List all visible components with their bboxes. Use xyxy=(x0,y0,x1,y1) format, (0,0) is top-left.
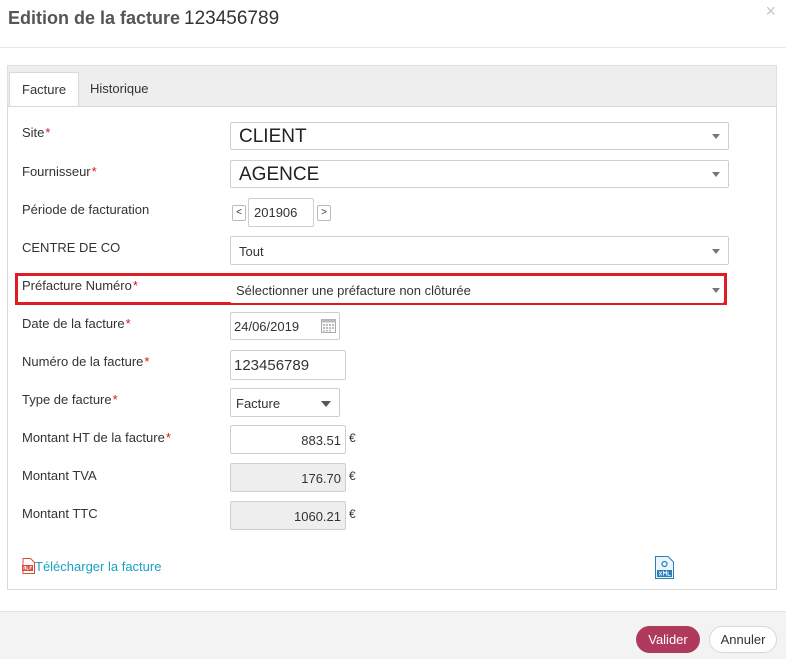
site-label: Site* xyxy=(22,125,50,140)
currency-symbol: € xyxy=(349,507,356,521)
date-field[interactable]: 24/06/2019 xyxy=(230,312,340,340)
prefacture-label-text: Préfacture Numéro xyxy=(22,278,132,293)
site-label-text: Site xyxy=(22,125,45,140)
required-marker: * xyxy=(91,164,97,179)
required-marker: * xyxy=(112,392,118,407)
periode-label: Période de facturation xyxy=(22,202,150,217)
montant-ht-value: 883.51 xyxy=(301,433,341,448)
modal-title: Edition de la facture 123456789 xyxy=(8,8,279,30)
calendar-icon[interactable] xyxy=(321,319,336,333)
period-next-button[interactable]: > xyxy=(317,205,331,221)
period-field[interactable]: 201906 xyxy=(248,198,314,227)
montant-ttc-field: 1060.21 xyxy=(230,501,346,530)
date-value: 24/06/2019 xyxy=(234,319,300,334)
montant-tva-label: Montant TVA xyxy=(22,468,97,483)
currency-symbol: € xyxy=(349,431,356,445)
montant-ttc-label: Montant TTC xyxy=(22,506,98,521)
period-value: 201906 xyxy=(254,205,298,220)
date-label: Date de la facture* xyxy=(22,316,131,331)
centre-select[interactable]: Tout xyxy=(230,236,729,265)
pdf-file-icon xyxy=(22,558,35,574)
type-label-text: Type de facture xyxy=(22,392,112,407)
centre-select-value: Tout xyxy=(239,244,264,259)
numero-field[interactable]: 123456789 xyxy=(230,350,346,380)
download-invoice-link[interactable]: Télécharger la facture xyxy=(22,558,161,576)
montant-ht-field[interactable]: 883.51 xyxy=(230,425,346,454)
required-marker: * xyxy=(45,125,51,140)
tab-facture[interactable]: Facture xyxy=(9,72,80,108)
modal-title-invoice-number: 123456789 xyxy=(184,8,280,29)
required-marker: * xyxy=(125,316,131,331)
modal-header: Edition de la facture 123456789 × xyxy=(0,0,786,48)
chevron-down-icon xyxy=(712,134,720,139)
fournisseur-label: Fournisseur* xyxy=(22,164,97,179)
site-select-value: CLIENT xyxy=(239,126,307,147)
period-prev-button[interactable]: < xyxy=(232,205,246,221)
tab-historique[interactable]: Historique xyxy=(78,72,161,108)
site-select[interactable]: CLIENT xyxy=(230,122,729,150)
fournisseur-label-text: Fournisseur xyxy=(22,164,91,179)
montant-tva-field: 176.70 xyxy=(230,463,346,492)
date-label-text: Date de la facture xyxy=(22,316,125,331)
numero-label-text: Numéro de la facture xyxy=(22,354,144,369)
montant-ttc-value: 1060.21 xyxy=(294,509,341,524)
close-icon[interactable]: × xyxy=(765,2,776,20)
chevron-down-icon xyxy=(712,287,720,293)
tabs-bar: Facture Historique xyxy=(7,65,777,108)
download-invoice-label: Télécharger la facture xyxy=(35,559,162,574)
montant-ht-label: Montant HT de la facture* xyxy=(22,430,171,445)
fournisseur-select[interactable]: AGENCE xyxy=(230,160,729,188)
chevron-down-icon xyxy=(712,172,720,177)
chevron-down-icon xyxy=(712,248,720,254)
numero-value: 123456789 xyxy=(234,357,310,374)
numero-label: Numéro de la facture* xyxy=(22,354,149,369)
chevron-down-icon xyxy=(321,400,331,407)
validate-button[interactable]: Valider xyxy=(636,626,700,653)
montant-tva-value: 176.70 xyxy=(301,471,341,486)
centre-label: CENTRE DE CO xyxy=(22,240,121,255)
xml-file-icon[interactable] xyxy=(655,556,674,579)
type-select-value: Facture xyxy=(236,396,281,411)
required-marker: * xyxy=(132,278,138,293)
fournisseur-select-value: AGENCE xyxy=(239,164,320,185)
required-marker: * xyxy=(165,430,171,445)
type-label: Type de facture* xyxy=(22,392,118,407)
cancel-button[interactable]: Annuler xyxy=(709,626,777,653)
modal-title-text: Edition de la facture xyxy=(8,8,181,28)
type-select[interactable]: Facture xyxy=(230,388,340,417)
prefacture-select-value: Sélectionner une préfacture non clôturée xyxy=(236,283,471,298)
montant-ht-label-text: Montant HT de la facture xyxy=(22,430,165,445)
required-marker: * xyxy=(144,354,150,369)
prefacture-select[interactable]: Sélectionner une préfacture non clôturée xyxy=(230,276,724,303)
prefacture-label: Préfacture Numéro* xyxy=(22,278,138,293)
currency-symbol: € xyxy=(349,469,356,483)
